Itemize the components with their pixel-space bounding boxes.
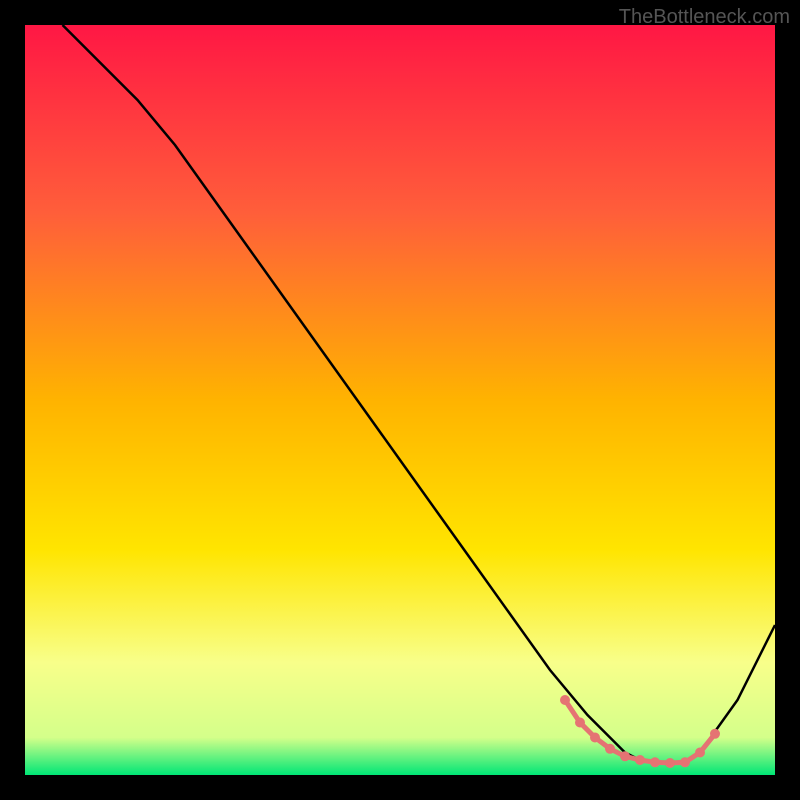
watermark-text: TheBottleneck.com (619, 6, 790, 29)
bottleneck-curve-path (63, 25, 776, 764)
chart-plot-area (25, 25, 775, 775)
optimal-range-markers (560, 695, 720, 768)
chart-curve (25, 25, 775, 775)
